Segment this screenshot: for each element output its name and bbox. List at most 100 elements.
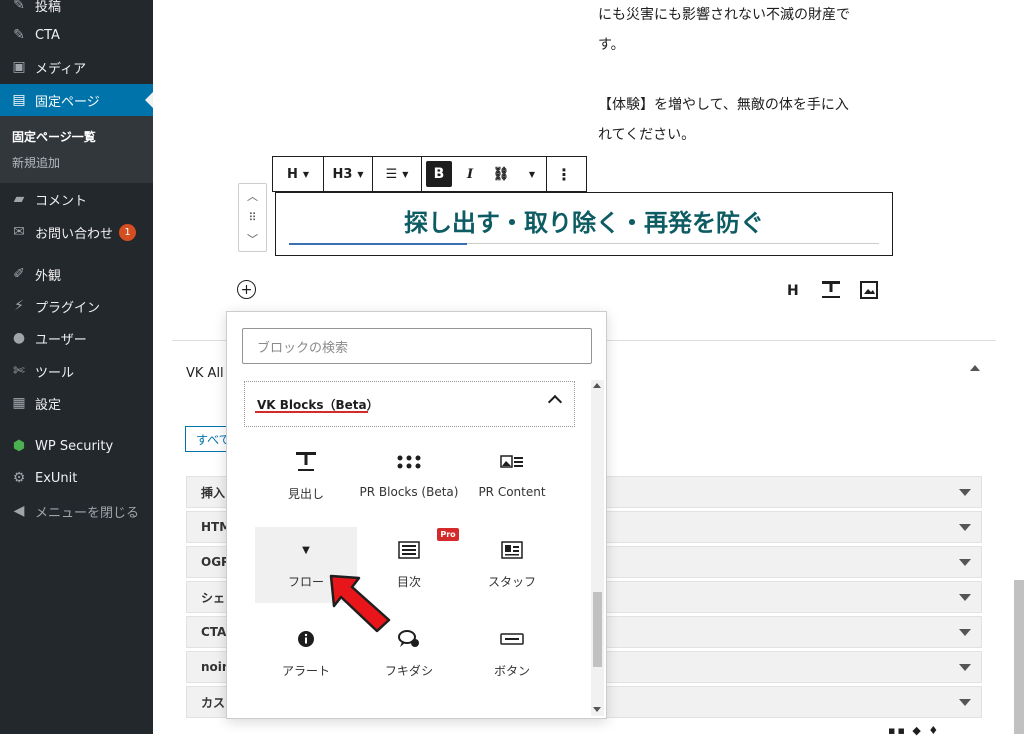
sidebar-item-label: 固定ページ: [35, 94, 100, 110]
sidebar-item-users[interactable]: ● ユーザー: [0, 322, 153, 354]
move-up-icon[interactable]: ︿: [247, 188, 258, 204]
scroll-up-arrow-icon[interactable]: [593, 383, 601, 388]
link-button[interactable]: ⛓: [484, 157, 518, 191]
sidebar-item-pages[interactable]: ▤ 固定ページ: [0, 84, 153, 116]
plugin-icon: ⚡: [14, 298, 24, 314]
block-label: スタッフ: [487, 575, 536, 589]
sidebar-item-comments[interactable]: ▰ コメント: [0, 183, 153, 215]
quick-insert-subtext-heading-icon[interactable]: [820, 280, 842, 304]
collapse-arrow-icon[interactable]: [970, 365, 980, 371]
align-center-icon: ☰: [385, 166, 398, 182]
quick-insert-image-icon[interactable]: [860, 281, 878, 303]
submenu-all-pages[interactable]: 固定ページ一覧: [12, 128, 96, 145]
heading-text[interactable]: 探し出す・取り除く・再発を防ぐ: [276, 203, 892, 238]
pin-icon: ✎: [13, 0, 25, 13]
settings-icon: ▦: [12, 395, 26, 411]
caret-down-icon: [959, 594, 971, 601]
collapse-icon: ◀: [13, 503, 25, 519]
block-pr-content[interactable]: PR Content: [461, 439, 563, 513]
sidebar-item-contact[interactable]: ✉ お問い合わせ 1: [0, 216, 153, 248]
sidebar-item-label: CTA: [35, 27, 60, 43]
sidebar-item-exunit[interactable]: ⚙ ExUnit: [0, 462, 153, 494]
page-icon: ▤: [12, 92, 26, 108]
sidebar-item-label: コメント: [35, 193, 88, 209]
pin-icon: ✎: [13, 27, 25, 43]
caret-down-icon: ▼: [357, 169, 364, 179]
sidebar-item-posts[interactable]: ✎ 投稿: [0, 0, 153, 21]
sidebar-item-label: ExUnit: [35, 470, 78, 486]
category-label: VK Blocks（Beta）: [257, 397, 379, 412]
block-button[interactable]: ボタン: [461, 616, 563, 690]
mail-icon: ✉: [13, 224, 25, 240]
sidebar-item-collapse[interactable]: ◀ メニューを閉じる: [0, 495, 153, 527]
heading-transform-button[interactable]: H ▼: [273, 157, 323, 191]
move-down-icon[interactable]: ﹀: [247, 231, 258, 247]
block-search-input[interactable]: ブロックの検索: [242, 328, 592, 364]
info-icon: [297, 628, 315, 650]
sidebar-item-label: お問い合わせ: [35, 226, 114, 242]
caret-down-icon: [959, 699, 971, 706]
paragraph-line[interactable]: 【体験】を増やして、無敵の体を手に入: [598, 94, 849, 116]
accordion-label: シェ: [201, 590, 226, 605]
more-options-button[interactable]: ⋮: [547, 157, 581, 191]
heading-label: H: [286, 166, 298, 182]
page-scrollbar[interactable]: [1014, 580, 1024, 734]
staff-icon: [501, 539, 523, 561]
subtext-heading-icon: [294, 451, 318, 473]
block-label: ボタン: [493, 664, 530, 678]
sidebar-item-label: プラグイン: [35, 300, 101, 316]
grid-dots-icon: [397, 451, 421, 473]
sidebar-item-media[interactable]: ▣ メディア: [0, 51, 153, 83]
italic-icon: I: [466, 166, 474, 182]
sidebar-item-plugins[interactable]: ⚡ プラグイン: [0, 290, 153, 322]
block-pr-blocks[interactable]: PR Blocks (Beta): [358, 439, 460, 513]
align-button[interactable]: ☰ ▼: [373, 157, 421, 191]
paragraph-line[interactable]: にも災害にも影響されない不滅の財産で: [598, 4, 850, 26]
quick-insert-heading[interactable]: H: [787, 283, 799, 299]
sidebar-item-wp-security[interactable]: ⬢ WP Security: [0, 430, 153, 462]
accordion-label: 挿入: [201, 485, 226, 500]
sidebar-item-label: 外観: [35, 268, 62, 284]
sidebar-item-label: ユーザー: [35, 332, 87, 348]
category-header-vk-blocks[interactable]: VK Blocks（Beta）: [244, 381, 575, 427]
paragraph-line[interactable]: す。: [598, 34, 625, 56]
submenu-add-new[interactable]: 新規追加: [12, 154, 60, 171]
block-label: フキダシ: [384, 664, 434, 678]
heading-block[interactable]: 探し出す・取り除く・再発を防ぐ: [275, 192, 893, 256]
caret-down-icon: [959, 559, 971, 566]
kebab-icon: ⋮: [556, 164, 572, 184]
block-label: アラート: [281, 664, 330, 678]
paragraph-line[interactable]: れてください。: [598, 124, 695, 146]
heading-level-button[interactable]: H3 ▼: [324, 157, 372, 191]
add-block-button[interactable]: +: [237, 280, 256, 299]
shield-icon: ⬢: [12, 438, 26, 454]
media-icon: ▣: [12, 59, 26, 75]
more-formats-button[interactable]: ▼: [518, 157, 546, 191]
inserter-scrollbar-thumb[interactable]: [593, 592, 602, 667]
balloon-icon: [397, 628, 421, 650]
block-staff[interactable]: スタッフ: [461, 527, 563, 601]
accordion-label: CTA: [201, 625, 227, 639]
caret-down-icon: ▼: [528, 169, 536, 179]
block-heading[interactable]: 見出し: [255, 439, 357, 513]
italic-button[interactable]: I: [456, 157, 484, 191]
drag-handle-icon[interactable]: ⠿: [248, 211, 256, 224]
scroll-down-arrow-icon[interactable]: [593, 707, 601, 712]
block-label: PR Blocks (Beta): [359, 485, 459, 499]
bold-button[interactable]: B: [422, 157, 456, 191]
sidebar-item-tools[interactable]: ✄ ツール: [0, 355, 153, 387]
block-toolbar: H ▼ H3 ▼ ☰ ▼ B I ⛓ ▼ ⋮: [272, 156, 587, 192]
pages-submenu: 固定ページ一覧 新規追加: [0, 116, 153, 183]
sidebar-item-label: メニューを閉じる: [35, 505, 140, 521]
heading-underline-accent: [289, 243, 467, 245]
block-label: PR Content: [478, 485, 546, 499]
sidebar-item-cta[interactable]: ✎ CTA: [0, 19, 153, 51]
comment-icon: ▰: [13, 191, 25, 207]
sidebar-item-appearance[interactable]: ✐ 外観: [0, 258, 153, 290]
flow-arrow-icon: ▼: [302, 544, 310, 556]
sidebar-item-label: 投稿: [35, 0, 62, 15]
button-icon: [500, 628, 524, 650]
block-label: フロー: [287, 575, 324, 589]
sidebar-item-settings[interactable]: ▦ 設定: [0, 387, 153, 419]
pr-content-icon: [500, 451, 524, 473]
